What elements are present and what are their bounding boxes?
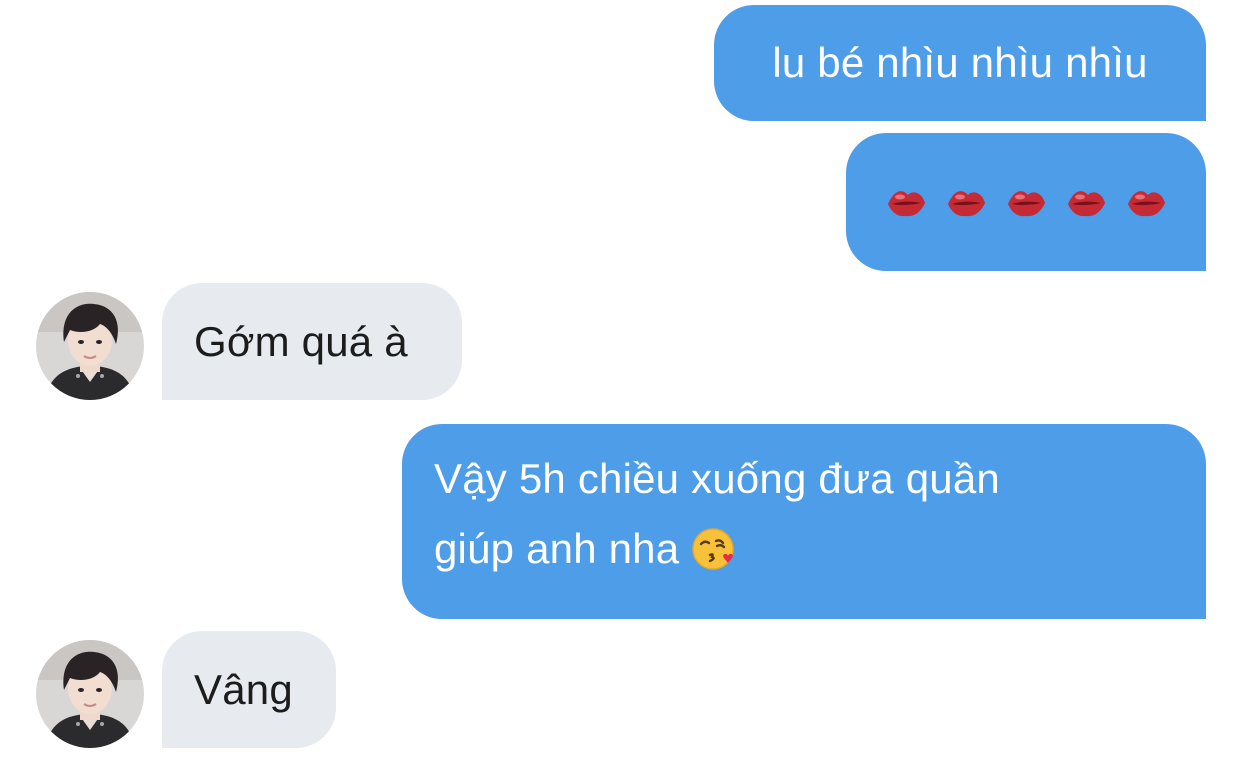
outgoing-emoji-message-bubble[interactable] — [846, 133, 1206, 271]
kissing-heart-emoji-icon — [692, 528, 734, 570]
message-text: giúp anh nha — [434, 525, 680, 572]
lips-emoji-icon — [1008, 191, 1045, 217]
chat-conversation: lu bé nhìu nhìu nhìu Gớm quá à Vậy 5h ch… — [0, 0, 1242, 759]
lips-emoji-icon — [888, 191, 925, 217]
outgoing-message-bubble[interactable]: lu bé nhìu nhìu nhìu — [714, 5, 1206, 121]
message-text: Vâng — [194, 665, 293, 713]
message-text-line: giúp anh nha — [434, 514, 1174, 584]
message-text-line: Vậy 5h chiều xuống đưa quần — [434, 455, 1000, 502]
incoming-message-bubble[interactable]: Gớm quá à — [162, 283, 462, 400]
outgoing-message-bubble[interactable]: Vậy 5h chiều xuống đưa quần giúp anh nha — [402, 424, 1206, 619]
message-text: lu bé nhìu nhìu nhìu — [772, 39, 1148, 86]
contact-avatar[interactable] — [36, 640, 144, 748]
incoming-message-bubble[interactable]: Vâng — [162, 631, 336, 748]
lips-emoji-icon — [1128, 191, 1165, 217]
message-text: Gớm quá à — [194, 317, 408, 365]
lips-emoji-icon — [948, 191, 985, 217]
contact-avatar[interactable] — [36, 292, 144, 400]
avatar-photo — [36, 292, 144, 400]
lips-emoji-icon — [1068, 191, 1105, 217]
avatar-photo — [36, 640, 144, 748]
